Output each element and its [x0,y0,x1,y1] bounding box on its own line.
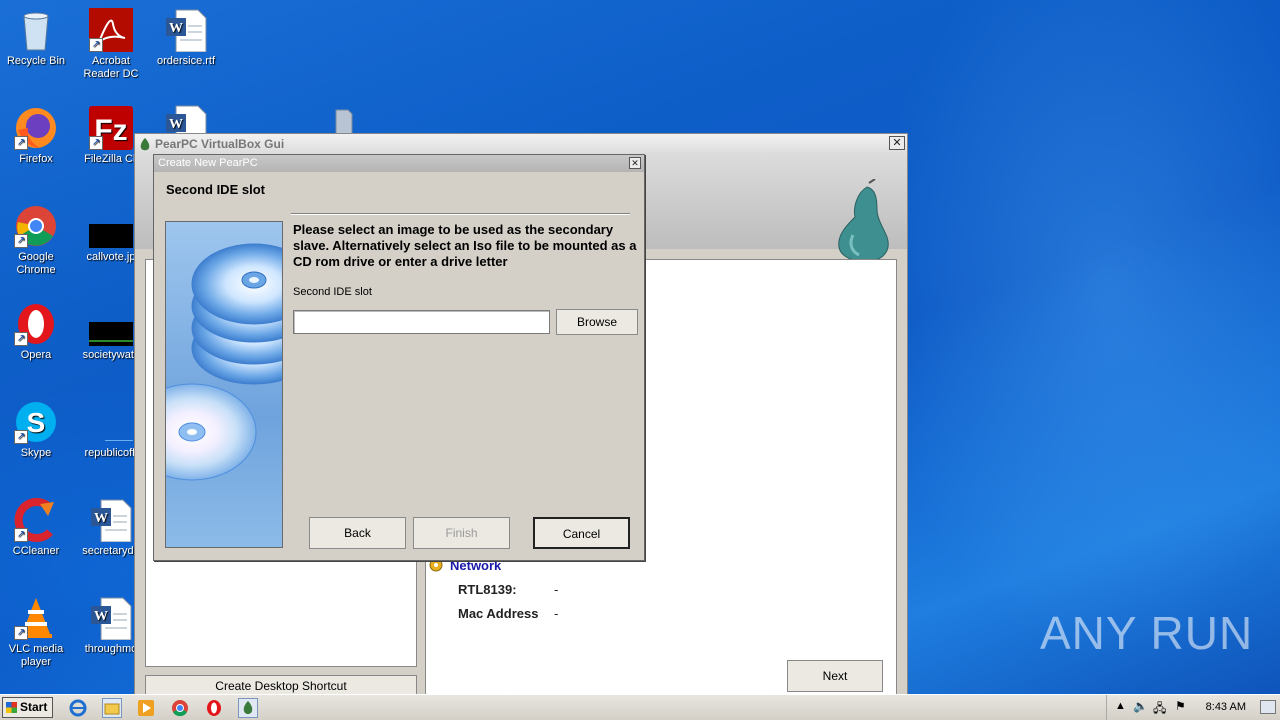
next-button[interactable]: Next [787,660,883,692]
shortcut-arrow-icon: ↗ [14,136,28,150]
shortcut-arrow-icon: ↗ [14,528,28,542]
close-icon[interactable]: ✕ [889,136,905,150]
volume-icon[interactable]: 🔈 [1133,699,1148,713]
svg-text:S: S [27,407,46,438]
rtl8139-value: - [554,582,559,597]
image-file-icon [89,302,133,346]
close-icon[interactable]: ✕ [629,157,641,169]
blank-file-icon [89,400,145,444]
dialog-titlebar[interactable]: Create New PearPC ✕ [154,155,644,172]
chrome-icon: ↗ [14,204,58,248]
desktop-icon-firefox[interactable]: ↗ Firefox [0,106,72,166]
show-hidden-icons-icon[interactable]: ▲ [1115,700,1126,712]
dialog-heading: Second IDE slot [166,182,265,197]
acrobat-icon: ↗ [89,8,133,52]
svg-text:W: W [94,511,108,526]
network-icon[interactable]: 🖧 [1153,699,1166,720]
browse-button[interactable]: Browse [556,309,638,335]
desktop-icon-opera[interactable]: ↗ Opera [0,302,72,362]
finish-button[interactable]: Finish [413,517,510,549]
main-window-titlebar[interactable]: PearPC VirtualBox Gui ✕ [135,134,907,154]
opera-taskbar-icon[interactable] [204,698,224,718]
taskbar: Start ▲ 🔈 🖧 ⚑ 8:43 AM [0,694,1280,720]
mac-address-label: Mac Address [458,606,539,621]
dialog-title: Create New PearPC [158,157,258,169]
word-document-icon: W [89,498,133,543]
internet-explorer-icon[interactable] [68,698,88,718]
shortcut-arrow-icon: ↗ [89,136,103,150]
second-ide-slot-label: Second IDE slot [293,286,372,298]
mac-address-value: - [554,606,559,621]
shortcut-arrow-icon: ↗ [14,332,28,346]
anyrun-watermark: ANY RUN [1040,607,1254,659]
svg-text:W: W [169,21,183,36]
shortcut-arrow-icon: ↗ [89,38,103,52]
main-window-title: PearPC VirtualBox Gui [155,137,285,151]
rtl8139-label: RTL8139: [458,582,517,597]
desktop-icon-chrome[interactable]: ↗ Google Chrome [0,204,72,277]
show-desktop-icon[interactable] [1260,700,1276,714]
heading-divider [291,213,630,215]
image-file-icon [89,204,133,248]
desktop-icon-ordersice[interactable]: W ordersice.rtf [150,8,222,68]
dialog-instructions: Please select an image to be used as the… [293,222,637,269]
shortcut-arrow-icon: ↗ [14,234,28,248]
pear-app-icon [139,137,151,151]
media-player-icon[interactable] [136,698,156,718]
svg-text:W: W [169,117,183,132]
opera-icon: ↗ [14,302,58,346]
second-ide-slot-input[interactable] [293,310,550,334]
pearpc-taskbar-icon[interactable] [238,698,258,718]
word-document-icon: W [89,596,133,641]
skype-icon: S ↗ [14,400,58,444]
desktop-icon-recycle-bin[interactable]: Recycle Bin [0,8,72,68]
file-explorer-icon[interactable] [102,698,122,718]
pear-logo-icon [831,178,893,266]
system-tray: ▲ 🔈 🖧 ⚑ 8:43 AM [1106,695,1280,720]
desktop-icon-ccleaner[interactable]: ↗ CCleaner [0,498,72,558]
start-button[interactable]: Start [2,697,53,718]
desktop-icon-skype[interactable]: S ↗ Skype [0,400,72,460]
desktop-icon-acrobat[interactable]: ↗ Acrobat Reader DC [75,8,147,81]
vlc-icon: ↗ [14,596,58,640]
shortcut-arrow-icon: ↗ [14,430,28,444]
windows-logo-icon [6,702,17,713]
word-document-icon: W [164,8,208,53]
firefox-icon: ↗ [14,106,58,150]
shortcut-arrow-icon: ↗ [14,626,28,640]
action-center-flag-icon[interactable]: ⚑ [1175,699,1186,713]
svg-text:W: W [94,609,108,624]
recycle-bin-icon [14,8,58,52]
filezilla-icon: Fz ↗ [89,106,133,150]
desktop-icon-vlc[interactable]: ↗ VLC media player [0,596,72,669]
chrome-taskbar-icon[interactable] [170,698,190,718]
clock[interactable]: 8:43 AM [1206,701,1246,713]
create-new-pearpc-dialog: Create New PearPC ✕ Second IDE slot Plea… [153,154,645,561]
back-button[interactable]: Back [309,517,406,549]
ccleaner-icon: ↗ [14,498,58,542]
cancel-button[interactable]: Cancel [533,517,630,549]
disc-stack-illustration [165,221,283,548]
